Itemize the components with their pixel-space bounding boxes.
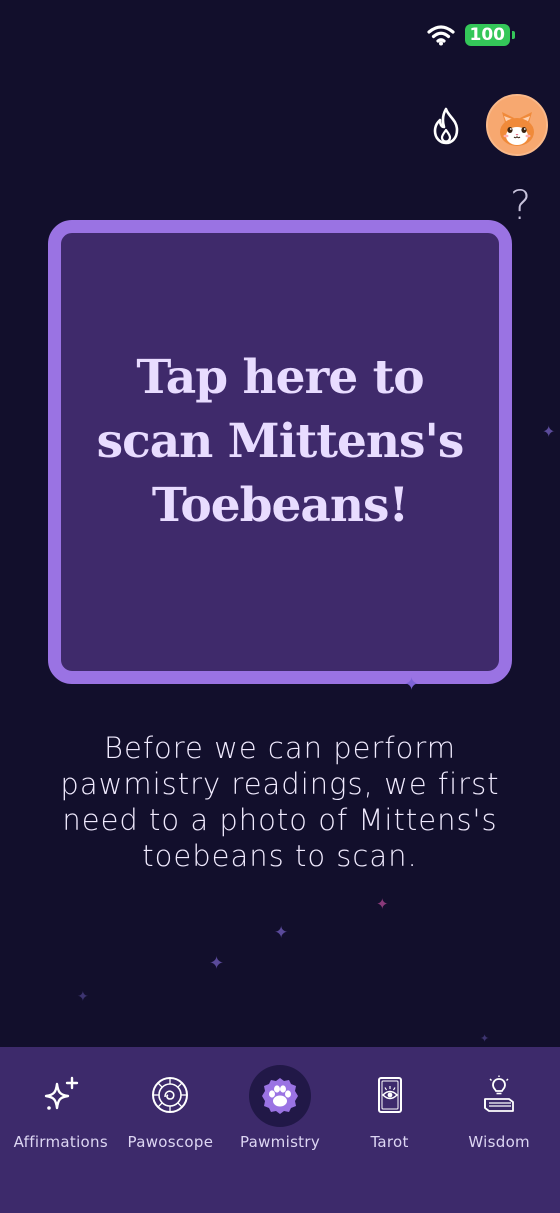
- help-button[interactable]: ?: [510, 184, 531, 228]
- nav-icon-container-active: [248, 1065, 311, 1127]
- sparkle-icon: ✦: [77, 989, 89, 1005]
- bottom-nav: Affirmations Pawoscope Pawmistry Tarot W…: [0, 1047, 560, 1213]
- sparkle-icon: ✦: [209, 953, 225, 974]
- flame-icon: [433, 107, 459, 145]
- instruction-text: Before we can perform pawmistry readings…: [60, 731, 500, 873]
- nav-icon-container: [360, 1065, 420, 1125]
- nav-item-pawoscope[interactable]: Pawoscope: [116, 1047, 224, 1151]
- sparkle-icon: ✦: [480, 1032, 490, 1045]
- nav-icon-container: [140, 1065, 200, 1125]
- tarot-card-icon: [377, 1077, 402, 1113]
- avatar[interactable]: [486, 94, 548, 156]
- nav-icon-container: [31, 1065, 91, 1125]
- paw-icon: [261, 1078, 298, 1114]
- sparkle-icon: ✦: [542, 422, 556, 441]
- nav-label: Tarot: [370, 1133, 409, 1151]
- nav-item-wisdom[interactable]: Wisdom: [445, 1047, 553, 1151]
- status-bar: 100: [426, 24, 515, 46]
- nav-label: Pawmistry: [239, 1133, 321, 1151]
- cat-avatar-icon: [488, 96, 546, 154]
- battery-indicator: 100: [464, 24, 515, 46]
- nav-icon-container: [469, 1065, 529, 1125]
- sparkles-icon: [44, 1076, 78, 1110]
- nav-label: Affirmations: [13, 1133, 108, 1151]
- nav-label: Wisdom: [468, 1133, 530, 1151]
- sparkle-icon: ✦: [404, 674, 420, 695]
- streak-flame-button[interactable]: [428, 106, 464, 146]
- nav-label: Pawoscope: [127, 1133, 214, 1151]
- wifi-icon: [426, 24, 455, 46]
- scan-toebeans-card[interactable]: Tap here to scan Mittens's Toebeans!: [48, 220, 512, 684]
- nav-item-pawmistry[interactable]: Pawmistry: [226, 1047, 334, 1151]
- scan-card-title: Tap here to scan Mittens's Toebeans!: [96, 350, 465, 533]
- book-lightbulb-icon: [484, 1075, 515, 1112]
- nav-item-tarot[interactable]: Tarot: [336, 1047, 444, 1151]
- sparkle-icon: ✦: [376, 895, 389, 913]
- nav-item-affirmations[interactable]: Affirmations: [7, 1047, 115, 1151]
- sparkle-icon: ✦: [274, 923, 289, 943]
- zodiac-wheel-icon: [152, 1077, 189, 1113]
